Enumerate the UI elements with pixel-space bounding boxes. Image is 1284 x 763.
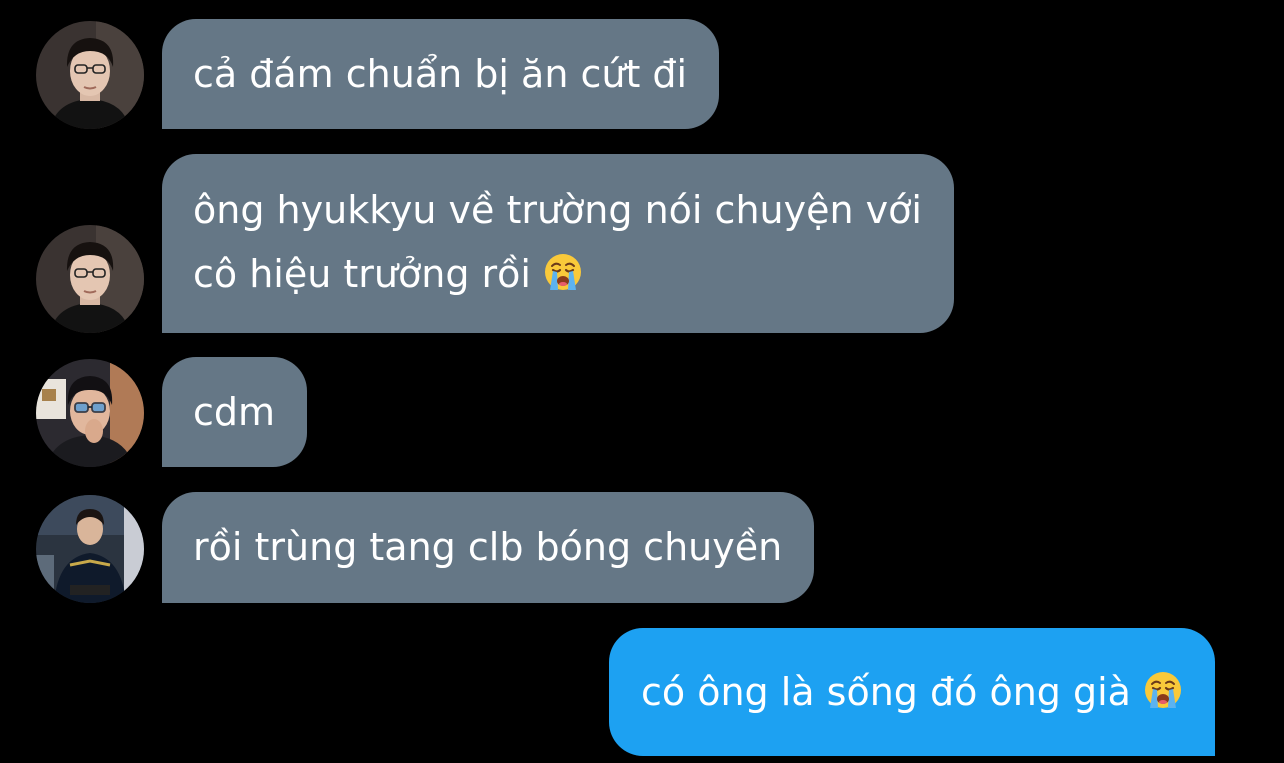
avatar-person-a[interactable] (36, 21, 144, 129)
message-text: rồi trùng tang clb bóng chuyền (193, 525, 783, 569)
message-text-line-1: ông hyukkyu về trường nói chuyện với (193, 188, 922, 232)
message-bubble-incoming[interactable]: cdm (162, 357, 308, 467)
message-bubble-outgoing[interactable]: có ông là sống đó ông già (609, 628, 1216, 756)
message-bubble-incoming[interactable]: ông hyukkyu về trường nói chuyện với cô … (162, 154, 954, 333)
loudly-crying-face-icon (543, 252, 583, 292)
message-bubble-incoming[interactable]: rồi trùng tang clb bóng chuyền (162, 492, 815, 603)
avatar-person-b[interactable] (36, 359, 144, 467)
message-text-line-2: cô hiệu trưởng rồi (193, 242, 922, 306)
loudly-crying-face-icon (1143, 670, 1183, 710)
message-text: cdm (193, 390, 276, 434)
message-text: có ông là sống đó ông già (641, 660, 1183, 724)
message-text: cả đám chuẩn bị ăn cứt đi (193, 52, 688, 96)
avatar-person-a[interactable] (36, 225, 144, 333)
avatar-person-c[interactable] (36, 495, 144, 603)
message-bubble-incoming[interactable]: cả đám chuẩn bị ăn cứt đi (162, 19, 720, 129)
